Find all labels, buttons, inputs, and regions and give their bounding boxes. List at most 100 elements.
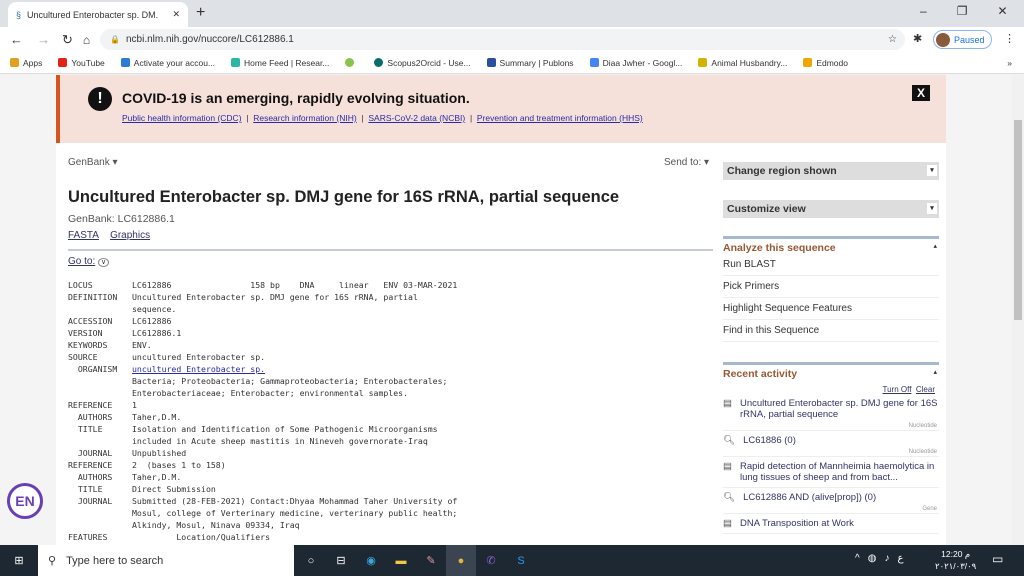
bookmark-item[interactable]: Apps: [10, 58, 42, 68]
bookmark-label: Summary | Publons: [499, 57, 574, 68]
close-tab-icon[interactable]: ✕: [172, 9, 180, 20]
record-value: 1: [132, 400, 137, 410]
bookmark-favicon-icon: [345, 58, 355, 67]
goto-menu[interactable]: Go to: ∨: [68, 256, 110, 267]
collapse-icon[interactable]: ▴: [933, 242, 937, 250]
link-ncbi[interactable]: SARS-CoV-2 data (NCBI): [368, 113, 465, 123]
recent-item[interactable]: ▤ Uncultured Enterobacter sp. DMJ gene fo…: [723, 394, 939, 431]
record-key: JOURNAL: [68, 496, 113, 506]
home-icon[interactable]: ⌂: [83, 33, 90, 47]
organism-link[interactable]: uncultured Enterobacter sp.: [132, 364, 265, 374]
language-badge[interactable]: EN: [7, 483, 43, 519]
tray-chevron-icon[interactable]: ^: [855, 553, 860, 564]
clear-link[interactable]: Clear: [916, 385, 935, 394]
viber-icon[interactable]: ✆: [476, 545, 506, 576]
find-in-sequence-link[interactable]: Find in this Sequence: [723, 320, 939, 342]
profile-status: Paused: [954, 34, 985, 45]
tab-title: Uncultured Enterobacter sp. DM.: [27, 9, 159, 20]
run-blast-link[interactable]: Run BLAST: [723, 254, 939, 276]
pick-primers-link[interactable]: Pick Primers: [723, 276, 939, 298]
back-icon[interactable]: ←: [10, 32, 23, 47]
profile-button[interactable]: Paused: [933, 30, 992, 49]
recent-list: ▤ Uncultured Enterobacter sp. DMJ gene fo…: [723, 394, 939, 534]
search-icon: 🔍︎: [723, 492, 736, 503]
more-bookmarks-icon[interactable]: »: [1007, 58, 1012, 68]
notifications-icon[interactable]: ▭: [992, 552, 1003, 566]
extensions-icon[interactable]: ✱: [913, 32, 922, 45]
reload-icon[interactable]: ↻: [62, 32, 73, 48]
bookmark-item[interactable]: Home Feed | Resear...: [231, 58, 329, 68]
recent-item[interactable]: 🔍︎ LC61886 (0) Nucleotide: [723, 431, 939, 457]
record-key: TITLE: [68, 424, 103, 434]
menu-icon[interactable]: ⋮: [1004, 32, 1015, 45]
change-region-dropdown[interactable]: Change region shown ▾: [723, 162, 939, 180]
search-placeholder: Type here to search: [66, 554, 164, 567]
restore-button[interactable]: ❐: [957, 4, 968, 18]
clock[interactable]: 12:20 م ٢٠٢١/٠٣/٠٩: [935, 548, 976, 572]
record-key: ACCESSION: [68, 316, 113, 326]
bookmark-item[interactable]: Activate your accou...: [120, 58, 215, 68]
fasta-link[interactable]: FASTA: [68, 230, 99, 241]
link-cdc[interactable]: Public health information (CDC): [122, 113, 242, 123]
browser-tab[interactable]: § Uncultured Enterobacter sp. DM. ✕: [8, 2, 188, 27]
volume-icon[interactable]: ♪: [884, 553, 889, 564]
record-value: Bacteria; Proteobacteria; Gammaproteobac…: [132, 376, 448, 386]
bookmark-item[interactable]: YouTube: [58, 58, 105, 68]
record-value: LC612886: [132, 316, 172, 326]
bookmark-item[interactable]: Edmodo: [803, 58, 848, 68]
skype-icon[interactable]: S: [506, 545, 536, 576]
close-window-button[interactable]: ✕: [997, 4, 1007, 18]
record-line: TITLE Direct Submission: [68, 483, 457, 495]
bookmark-item[interactable]: Animal Husbandry...: [698, 58, 787, 68]
recent-item-text: Rapid detection of Mannheimia haemolytic…: [739, 461, 935, 483]
bookmark-item[interactable]: Scopus2Orcid - Use...: [374, 58, 471, 68]
app-icon[interactable]: ✎: [416, 545, 446, 576]
bookmark-favicon-icon: [803, 58, 813, 67]
recent-item[interactable]: ▤ DNA Transposition at Work: [723, 514, 939, 534]
highlight-features-link[interactable]: Highlight Sequence Features: [723, 298, 939, 320]
cortana-icon[interactable]: ○: [296, 545, 326, 576]
recent-item[interactable]: 🔍︎ LC612886 AND (alive[prop]) (0) Gene: [723, 488, 939, 514]
goto-label: Go to:: [68, 256, 96, 267]
recent-item-db: Nucleotide: [908, 423, 937, 429]
bookmark-item[interactable]: Diaa Jwher - Googl...: [589, 58, 682, 68]
record-line: LOCUS LC612886 158 bp DNA linear ENV 03-M…: [68, 279, 457, 291]
link-hhs[interactable]: Prevention and treatment information (HH…: [477, 113, 643, 123]
record-line: TITLE Isolation and Identification of Som…: [68, 423, 457, 435]
link-nih[interactable]: Research information (NIH): [253, 113, 356, 123]
file-explorer-icon[interactable]: ▬: [386, 545, 416, 576]
forward-icon[interactable]: →: [37, 32, 50, 47]
collapse-icon[interactable]: ▴: [933, 368, 937, 376]
genbank-record: LOCUS LC612886 158 bp DNA linear ENV 03-M…: [68, 279, 457, 543]
send-to-dropdown[interactable]: Send to: ▾: [664, 157, 709, 168]
bookmark-favicon-icon: [374, 58, 384, 67]
edge-icon[interactable]: ◉: [356, 545, 386, 576]
analyze-title: Analyze this sequence: [723, 242, 836, 254]
url-text: ncbi.nlm.nih.gov/nuccore/LC612886.1: [125, 34, 294, 45]
input-language[interactable]: ع: [897, 553, 903, 564]
recent-item[interactable]: ▤ Rapid detection of Mannheimia haemolyti…: [723, 457, 939, 488]
task-view-icon[interactable]: ⊟: [326, 545, 356, 576]
taskbar-search[interactable]: ⚲ Type here to search: [38, 545, 294, 576]
chrome-icon[interactable]: ●: [446, 545, 476, 576]
turn-off-link[interactable]: Turn Off: [883, 385, 912, 394]
minimize-button[interactable]: –: [920, 4, 927, 18]
scrollbar-thumb[interactable]: [1014, 120, 1022, 320]
record-key: VERSION: [68, 328, 103, 338]
format-dropdown[interactable]: GenBank ▾: [68, 157, 118, 168]
windows-start-icon[interactable]: ⊞: [0, 545, 38, 576]
network-icon[interactable]: ◍: [868, 553, 877, 564]
document-icon: ▤: [723, 461, 732, 472]
time: 12:20 م: [941, 549, 971, 559]
sep: |: [469, 113, 473, 123]
record-value: LC612886.1: [132, 328, 182, 338]
record-line: ORGANISM uncultured Enterobacter sp.: [68, 363, 457, 375]
customize-view-dropdown[interactable]: Customize view ▾: [723, 200, 939, 218]
bookmark-item[interactable]: [345, 58, 358, 67]
bookmark-star-icon[interactable]: ☆: [888, 34, 897, 45]
new-tab-button[interactable]: +: [196, 4, 205, 22]
graphics-link[interactable]: Graphics: [110, 230, 150, 241]
page-content: ! COVID-19 is an emerging, rapidly evolv…: [56, 75, 946, 545]
address-bar[interactable]: 🔒 ncbi.nlm.nih.gov/nuccore/LC612886.1 ☆: [100, 29, 905, 50]
bookmark-item[interactable]: Summary | Publons: [486, 57, 574, 68]
